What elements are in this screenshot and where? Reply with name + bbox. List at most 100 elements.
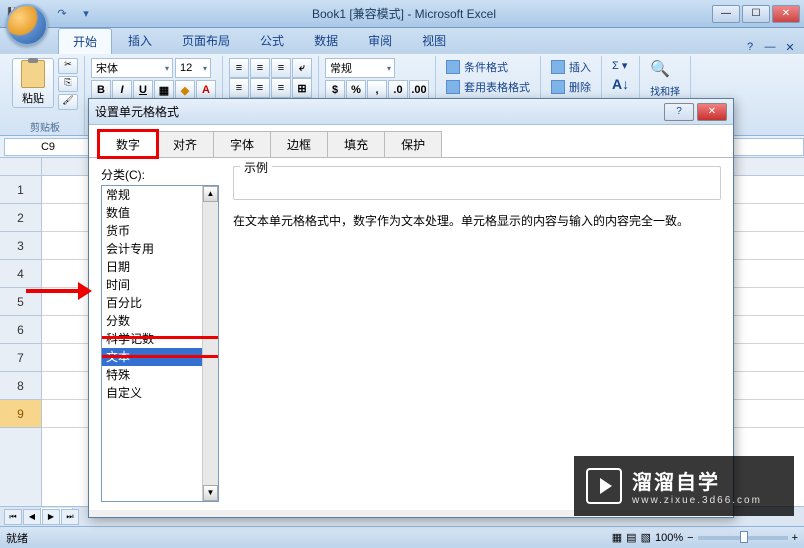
category-item[interactable]: 分数 (102, 312, 218, 330)
category-item[interactable]: 自定义 (102, 384, 218, 402)
underline-button[interactable]: U (133, 80, 153, 100)
maximize-button[interactable]: ☐ (742, 5, 770, 23)
row-header[interactable]: 3 (0, 232, 41, 260)
zoom-out-button[interactable]: − (687, 532, 693, 544)
dialog-title-bar[interactable]: 设置单元格格式 ? ✕ (89, 99, 733, 125)
listbox-scrollbar[interactable]: ▲ ▼ (202, 186, 218, 501)
bold-button[interactable]: B (91, 80, 111, 100)
table-format-label: 套用表格格式 (464, 79, 530, 95)
sort-button[interactable]: A↓ (608, 75, 633, 93)
merge-button[interactable]: ⊞ (292, 78, 312, 98)
dec-decimal-button[interactable]: .00 (409, 80, 429, 100)
ribbon-minimize-icon[interactable]: — (762, 41, 778, 54)
dialog-tab-font[interactable]: 字体 (213, 131, 271, 157)
scroll-up-icon[interactable]: ▲ (203, 186, 218, 202)
inc-decimal-button[interactable]: .0 (388, 80, 408, 100)
tab-insert[interactable]: 插入 (114, 28, 166, 54)
zoom-in-button[interactable]: + (792, 532, 798, 544)
find-button[interactable]: 🔍 (646, 58, 684, 80)
copy-button[interactable]: ⎘ (58, 76, 78, 92)
scroll-down-icon[interactable]: ▼ (203, 485, 218, 501)
dialog-tab-border[interactable]: 边框 (270, 131, 328, 157)
sheet-first-button[interactable]: ⏮ (4, 509, 22, 525)
sheet-prev-button[interactable]: ◀ (23, 509, 41, 525)
tab-formula[interactable]: 公式 (246, 28, 298, 54)
align-bot-button[interactable]: ≡ (271, 58, 291, 78)
name-box[interactable]: C9 (4, 138, 92, 156)
zoom-slider[interactable] (698, 536, 788, 540)
dialog-help-button[interactable]: ? (664, 103, 694, 121)
number-format-combo[interactable]: 常规 (325, 58, 395, 78)
sample-groupbox: 示例 (233, 166, 721, 200)
autosum-button[interactable]: Σ ▾ (608, 58, 633, 73)
dialog-tab-fill[interactable]: 填充 (327, 131, 385, 157)
percent-button[interactable]: % (346, 80, 366, 100)
select-all-corner[interactable] (0, 158, 42, 176)
minimize-button[interactable]: — (712, 5, 740, 23)
tab-view[interactable]: 视图 (408, 28, 460, 54)
row-header[interactable]: 7 (0, 344, 41, 372)
watermark-title: 溜溜自学 (632, 466, 762, 495)
doc-close-icon[interactable]: ✕ (782, 41, 798, 54)
fill-color-button[interactable]: ◆ (175, 80, 195, 100)
tab-layout[interactable]: 页面布局 (168, 28, 244, 54)
category-item[interactable]: 常规 (102, 186, 218, 204)
align-right-button[interactable]: ≡ (271, 78, 291, 98)
sheet-last-button[interactable]: ⏭ (61, 509, 79, 525)
tab-review[interactable]: 审阅 (354, 28, 406, 54)
view-break-icon[interactable]: ▧ (641, 531, 651, 544)
sheet-next-button[interactable]: ▶ (42, 509, 60, 525)
align-mid-button[interactable]: ≡ (250, 58, 270, 78)
row-header[interactable]: 6 (0, 316, 41, 344)
dialog-tab-align[interactable]: 对齐 (156, 131, 214, 157)
tab-data[interactable]: 数据 (300, 28, 352, 54)
category-item[interactable]: 科学记数 (102, 330, 218, 348)
category-item[interactable]: 货币 (102, 222, 218, 240)
row-header[interactable]: 1 (0, 176, 41, 204)
view-layout-icon[interactable]: ▤ (626, 531, 636, 544)
cut-button[interactable]: ✂ (58, 58, 78, 74)
redo-icon[interactable]: ↷ (52, 4, 72, 24)
qat-more-icon[interactable]: ▾ (76, 4, 96, 24)
row-header-active[interactable]: 9 (0, 400, 41, 428)
paste-button[interactable]: 粘贴 (12, 58, 54, 108)
row-header[interactable]: 2 (0, 204, 41, 232)
font-color-button[interactable]: A (196, 80, 216, 100)
category-item[interactable]: 数值 (102, 204, 218, 222)
comma-button[interactable]: , (367, 80, 387, 100)
row-headers: 1 2 3 4 5 6 7 8 9 (0, 158, 42, 526)
currency-button[interactable]: $ (325, 80, 345, 100)
font-name-combo[interactable]: 宋体 (91, 58, 173, 78)
delete-cells-button[interactable]: 删除 (547, 78, 595, 96)
view-normal-icon[interactable]: ▦ (612, 531, 622, 544)
zoom-level[interactable]: 100% (655, 532, 683, 544)
clipboard-group-label: 剪贴板 (6, 118, 84, 135)
font-size-combo[interactable]: 12 (175, 58, 211, 78)
tab-home[interactable]: 开始 (58, 28, 112, 54)
wrap-button[interactable]: ⤶ (292, 58, 312, 78)
dialog-close-button[interactable]: ✕ (697, 103, 727, 121)
category-item[interactable]: 特殊 (102, 366, 218, 384)
category-item[interactable]: 日期 (102, 258, 218, 276)
border-button[interactable]: ▦ (154, 80, 174, 100)
category-item[interactable]: 百分比 (102, 294, 218, 312)
close-button[interactable]: ✕ (772, 5, 800, 23)
row-header[interactable]: 8 (0, 372, 41, 400)
align-center-button[interactable]: ≡ (250, 78, 270, 98)
align-left-button[interactable]: ≡ (229, 78, 249, 98)
paste-label: 粘贴 (22, 90, 44, 106)
table-format-button[interactable]: 套用表格格式 (442, 78, 534, 96)
format-painter-button[interactable]: 🖌 (58, 94, 78, 110)
cond-format-button[interactable]: 条件格式 (442, 58, 534, 76)
office-button[interactable] (6, 4, 48, 46)
align-top-button[interactable]: ≡ (229, 58, 249, 78)
category-item[interactable]: 会计专用 (102, 240, 218, 258)
dialog-tab-protect[interactable]: 保护 (384, 131, 442, 157)
category-item[interactable]: 时间 (102, 276, 218, 294)
help-icon[interactable]: ? (742, 41, 758, 54)
italic-button[interactable]: I (112, 80, 132, 100)
category-item-selected[interactable]: 文本 (102, 348, 218, 366)
dialog-tab-number[interactable]: 数字 (99, 131, 157, 157)
insert-cells-button[interactable]: 插入 (547, 58, 595, 76)
category-listbox[interactable]: 常规 数值 货币 会计专用 日期 时间 百分比 分数 科学记数 文本 特殊 自定… (101, 185, 219, 502)
